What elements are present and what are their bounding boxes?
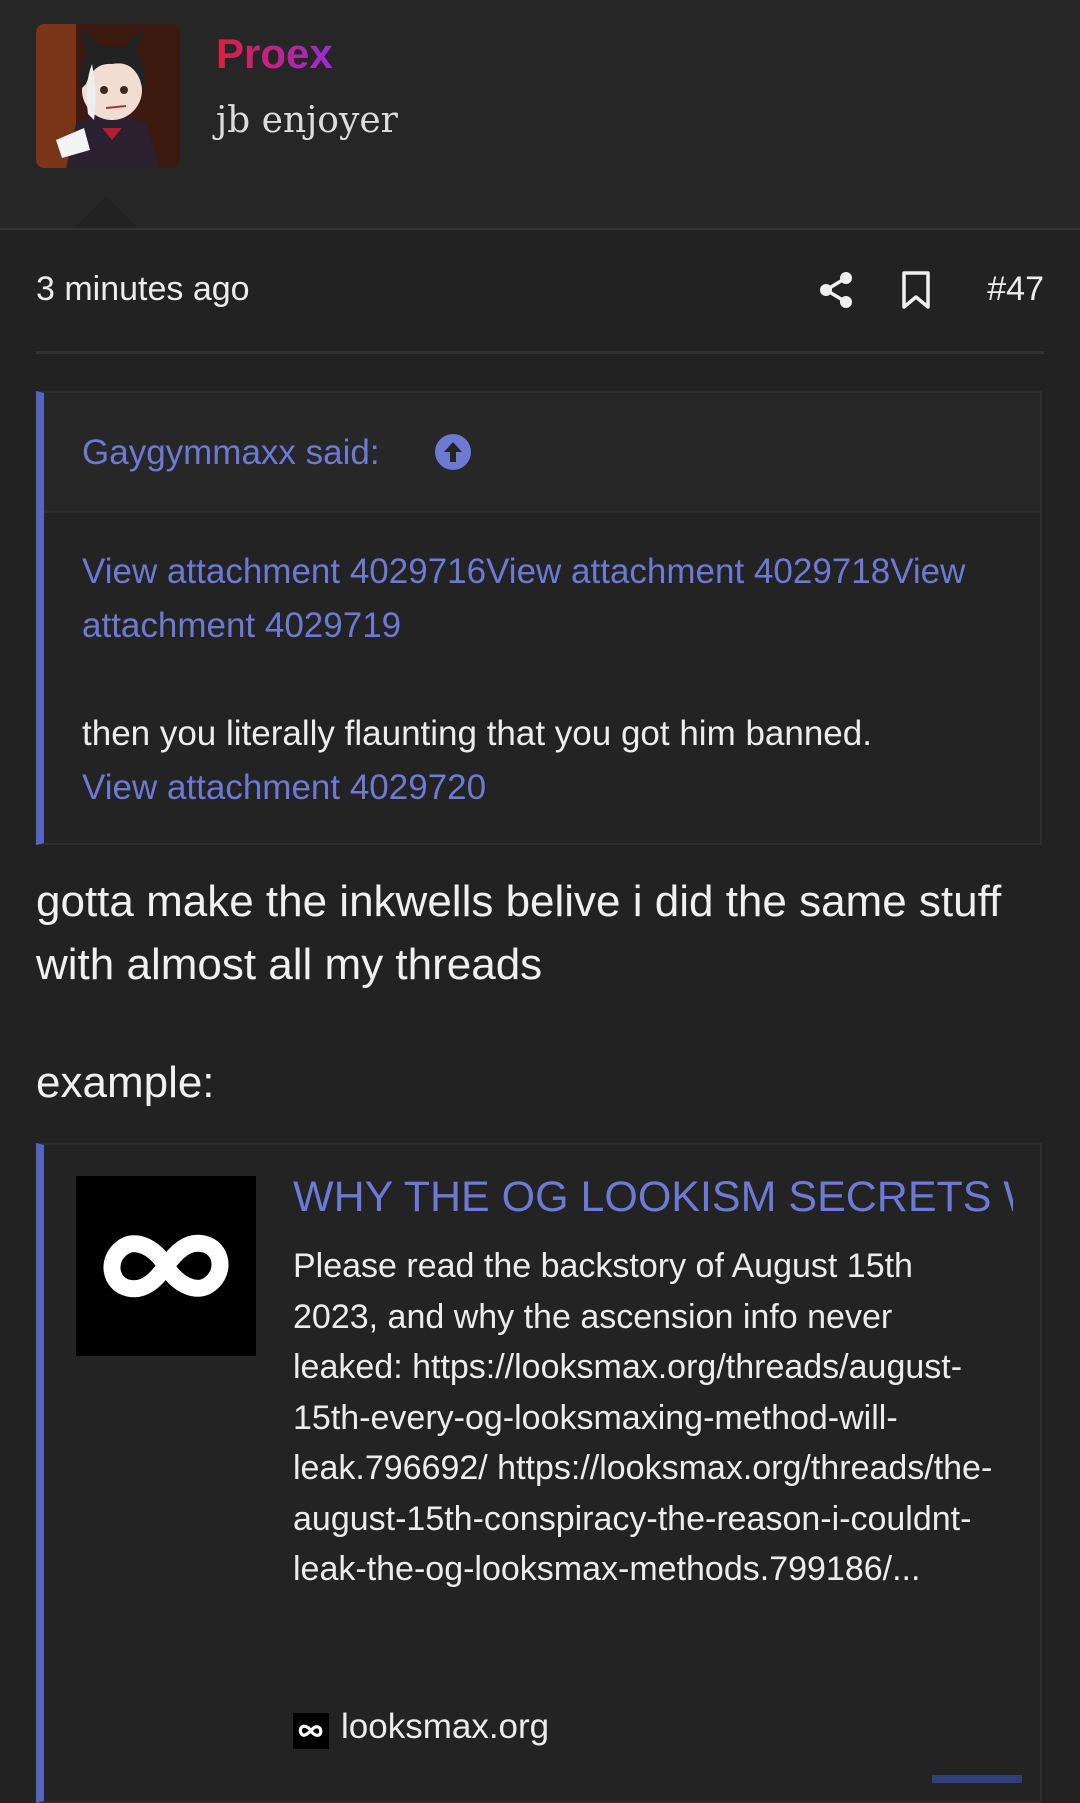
unfurl-title[interactable]: WHY THE OG LOOKISM SECRETS WILL NEVER BE…: [293, 1173, 1013, 1222]
avatar[interactable]: [36, 24, 180, 168]
unfurl-corner-accent: [932, 1775, 1022, 1783]
quote-block: Gaygymmaxx said: View attachment 4029716…: [36, 391, 1042, 845]
attachment-link[interactable]: View attachment 4029720: [82, 768, 486, 807]
post-timestamp[interactable]: 3 minutes ago: [36, 270, 250, 309]
meta-divider: [36, 351, 1044, 354]
arrow-up-circle-icon[interactable]: [434, 433, 472, 471]
user-title: jb enjoyer: [216, 100, 398, 141]
post-number[interactable]: #47: [987, 270, 1044, 309]
post-body-example: example:: [36, 1058, 215, 1107]
share-icon[interactable]: [816, 270, 856, 310]
source-domain[interactable]: looksmax.org: [341, 1707, 549, 1747]
post-meta-row: 3 minutes ago #47: [36, 262, 1044, 318]
post-header: Proex jb enjoyer: [0, 0, 1080, 230]
quote-author[interactable]: Gaygymmaxx said:: [82, 433, 380, 473]
quote-text: then you literally flaunting that you go…: [82, 714, 872, 753]
attachment-link[interactable]: View attachment 4029718: [486, 552, 890, 591]
unfurl-description: Please read the backstory of August 15th…: [293, 1247, 993, 1588]
post-body-text: gotta make the inkwells belive i did the…: [36, 877, 1002, 989]
site-favicon-icon: [293, 1713, 329, 1749]
quote-header: Gaygymmaxx said:: [44, 393, 1040, 513]
infinity-logo-icon[interactable]: [76, 1176, 256, 1356]
quote-body: View attachment 4029716View attachment 4…: [82, 545, 1002, 815]
bookmark-icon[interactable]: [898, 270, 934, 310]
username[interactable]: Proex: [216, 30, 333, 78]
link-unfurl[interactable]: WHY THE OG LOOKISM SECRETS WILL NEVER BE…: [36, 1143, 1042, 1803]
header-pointer: [74, 196, 138, 228]
attachment-link[interactable]: View attachment 4029716: [82, 552, 486, 591]
